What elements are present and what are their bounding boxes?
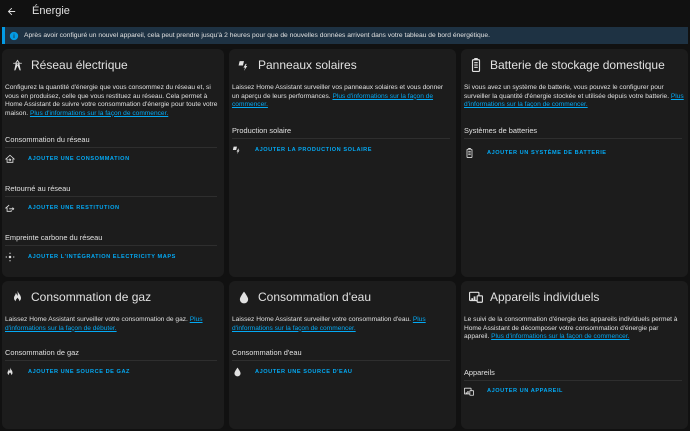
home-import-icon	[5, 154, 15, 164]
add-return-row[interactable]: AJOUTER UNE RESTITUTION	[5, 203, 120, 213]
add-water-row[interactable]: AJOUTER UNE SOURCE D'EAU	[232, 367, 353, 377]
battery-icon	[464, 148, 474, 158]
add-battery-button[interactable]: AJOUTER UN SYSTÈME DE BATTERIE	[487, 150, 607, 156]
devices-icon	[464, 386, 474, 396]
top-app-bar: Énergie	[0, 0, 690, 22]
add-consumption-row[interactable]: AJOUTER UNE CONSOMMATION	[5, 154, 130, 164]
gas-card-title: Consommation de gaz	[31, 290, 152, 304]
gas-consumption-label: Consommation de gaz	[5, 348, 79, 357]
grid-co2-label: Empreinte carbone du réseau	[5, 233, 103, 242]
battery-card: Batterie de stockage domestique Si vous …	[461, 49, 688, 277]
add-device-button[interactable]: AJOUTER UN APPAREIL	[487, 388, 563, 394]
add-battery-row[interactable]: AJOUTER UN SYSTÈME DE BATTERIE	[464, 148, 607, 158]
solar-card-header: Panneaux solaires	[237, 58, 357, 72]
grid-card: Réseau électrique Configurez la quantité…	[2, 49, 224, 277]
devices-card-header: Appareils individuels	[469, 290, 599, 304]
solar-power-icon	[232, 145, 242, 155]
transmission-tower-icon	[10, 58, 24, 72]
water-card-description: Laissez Home Assistant surveiller votre …	[232, 316, 426, 332]
add-solar-row[interactable]: AJOUTER LA PRODUCTION SOLAIRE	[232, 145, 372, 155]
add-gas-row[interactable]: AJOUTER UNE SOURCE DE GAZ	[5, 367, 130, 377]
devices-help-link[interactable]: Plus d'informations sur la façon de comm…	[491, 333, 629, 340]
grid-consumption-label: Consommation du réseau	[5, 135, 90, 144]
water-drop-icon	[237, 290, 251, 304]
divider	[5, 147, 217, 148]
battery-card-title: Batterie de stockage domestique	[490, 58, 665, 72]
solar-production-label: Production solaire	[232, 126, 292, 135]
info-alert: Après avoir configuré un nouvel appareil…	[2, 27, 688, 44]
fire-icon	[10, 290, 24, 304]
gas-card: Consommation de gaz Laissez Home Assista…	[2, 281, 224, 429]
gas-card-description: Laissez Home Assistant surveiller votre …	[5, 316, 203, 332]
grid-help-link[interactable]: Plus d'informations sur la façon de comm…	[30, 110, 168, 117]
divider	[232, 138, 450, 139]
devices-icon	[469, 290, 483, 304]
battery-card-header: Batterie de stockage domestique	[469, 58, 665, 72]
add-gas-button[interactable]: AJOUTER UNE SOURCE DE GAZ	[28, 369, 130, 375]
devices-card: Appareils individuels Le suivi de la con…	[461, 281, 688, 429]
add-co2-row[interactable]: AJOUTER L'INTÉGRATION ELECTRICITY MAPS	[5, 252, 176, 262]
gas-card-header: Consommation de gaz	[10, 290, 151, 304]
divider	[5, 360, 217, 361]
home-export-icon	[5, 203, 15, 213]
co2-signal-icon	[5, 252, 15, 262]
solar-power-icon	[237, 58, 251, 72]
devices-label: Appareils	[464, 368, 495, 377]
info-icon	[9, 31, 19, 40]
arrow-left-icon	[7, 7, 15, 15]
solar-card-title: Panneaux solaires	[258, 58, 357, 72]
water-card-header: Consommation d'eau	[237, 290, 371, 304]
water-card: Consommation d'eau Laissez Home Assistan…	[229, 281, 456, 429]
water-consumption-label: Consommation d'eau	[232, 348, 302, 357]
add-solar-button[interactable]: AJOUTER LA PRODUCTION SOLAIRE	[255, 147, 372, 153]
devices-card-title: Appareils individuels	[490, 290, 600, 304]
water-drop-icon	[232, 367, 242, 377]
solar-card-description: Laissez Home Assistant surveiller vos pa…	[232, 84, 444, 109]
fire-icon	[5, 367, 15, 377]
add-water-button[interactable]: AJOUTER UNE SOURCE D'EAU	[255, 369, 353, 375]
water-card-title: Consommation d'eau	[258, 290, 372, 304]
battery-card-description: Si vous avez un système de batterie, vou…	[464, 84, 684, 109]
grid-card-description: Configurez la quantité d'énergie que vou…	[5, 84, 218, 117]
devices-card-description: Le suivi de la consommation d'énergie de…	[464, 316, 678, 341]
solar-card: Panneaux solaires Laissez Home Assistant…	[229, 49, 456, 277]
add-return-button[interactable]: AJOUTER UNE RESTITUTION	[28, 205, 120, 211]
home-battery-icon	[469, 58, 483, 72]
grid-card-header: Réseau électrique	[10, 58, 128, 72]
page-title: Énergie	[32, 5, 70, 17]
divider	[5, 196, 217, 197]
divider	[464, 138, 682, 139]
divider	[464, 380, 682, 381]
grid-card-title: Réseau électrique	[31, 58, 128, 72]
alert-text: Après avoir configuré un nouvel appareil…	[24, 32, 491, 39]
divider	[232, 360, 450, 361]
divider	[5, 245, 217, 246]
add-device-row[interactable]: AJOUTER UN APPAREIL	[464, 386, 563, 396]
add-consumption-button[interactable]: AJOUTER UNE CONSOMMATION	[28, 156, 130, 162]
back-button[interactable]	[0, 0, 22, 22]
add-co2-button[interactable]: AJOUTER L'INTÉGRATION ELECTRICITY MAPS	[28, 254, 176, 260]
grid-return-label: Retourné au réseau	[5, 184, 71, 193]
battery-systems-label: Systèmes de batteries	[464, 126, 538, 135]
